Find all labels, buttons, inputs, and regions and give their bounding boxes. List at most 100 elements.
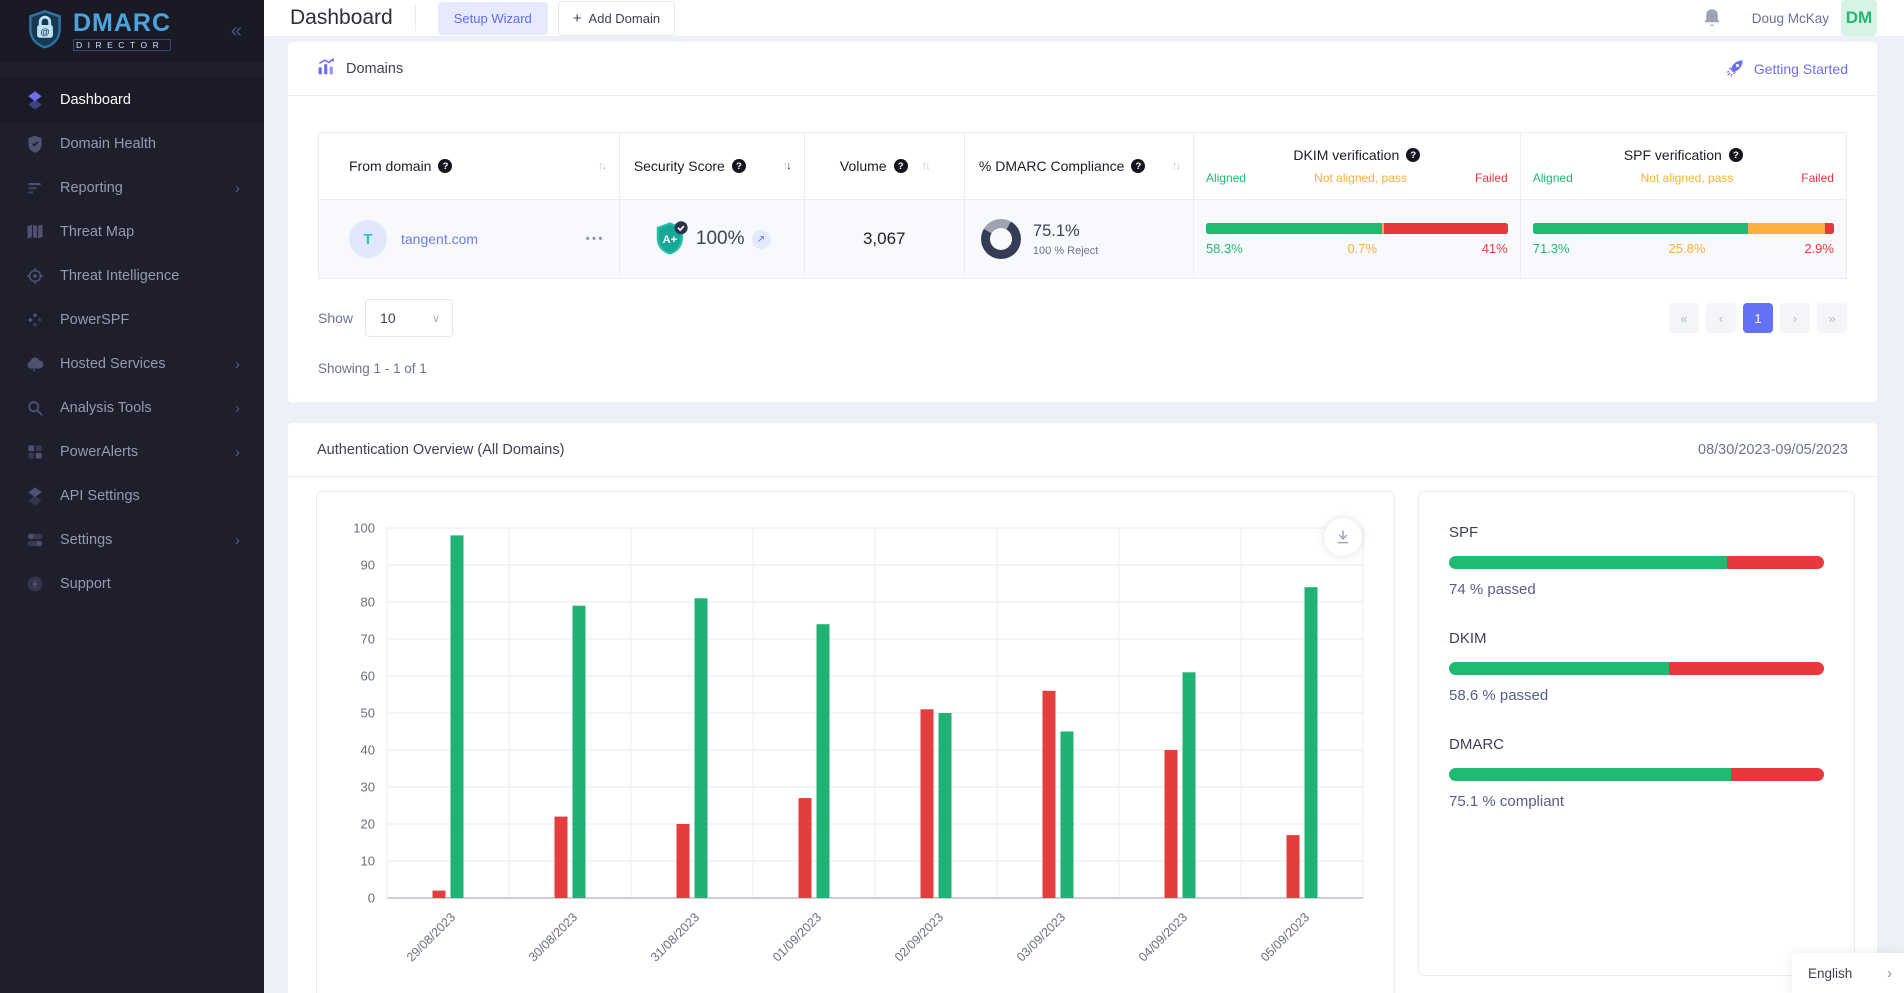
table-summary: Showing 1 - 1 of 1 bbox=[318, 361, 1847, 376]
help-icon[interactable]: ? bbox=[732, 159, 746, 173]
help-icon[interactable]: ? bbox=[1406, 148, 1420, 162]
hosted-services-icon bbox=[24, 353, 46, 375]
main: Dashboard Setup Wizard + Add Domain Doug… bbox=[264, 0, 1904, 993]
sidebar-item-threat-intelligence[interactable]: Threat Intelligence bbox=[0, 254, 264, 298]
svg-text:05/09/2023: 05/09/2023 bbox=[1258, 910, 1312, 964]
threat-map-icon bbox=[24, 221, 46, 243]
sidebar-item-support[interactable]: Support bbox=[0, 562, 264, 606]
getting-started-link[interactable]: Getting Started bbox=[1726, 58, 1848, 80]
external-link-icon[interactable]: ↗ bbox=[752, 230, 771, 249]
getting-started-label: Getting Started bbox=[1754, 61, 1848, 77]
brand-shield-lock-icon: @ bbox=[26, 8, 64, 55]
help-icon[interactable]: ? bbox=[1131, 159, 1145, 173]
sidebar-item-label: Support bbox=[60, 576, 111, 592]
user-name[interactable]: Doug McKay bbox=[1752, 11, 1829, 26]
col-label: DKIM verification bbox=[1293, 147, 1399, 163]
stat-label: DMARC bbox=[1449, 736, 1824, 753]
sidebar-item-hosted-services[interactable]: Hosted Services› bbox=[0, 342, 264, 386]
settings-icon bbox=[24, 529, 46, 551]
avatar[interactable]: DM bbox=[1841, 0, 1877, 36]
stat-bar bbox=[1449, 662, 1824, 675]
auth-overview-title: Authentication Overview (All Domains) bbox=[317, 442, 564, 458]
sort-icons[interactable]: ↑↓ bbox=[783, 161, 790, 172]
table-footer: Show 10 ∨ « ‹ 1 › » bbox=[318, 299, 1847, 337]
svg-text:29/08/2023: 29/08/2023 bbox=[404, 910, 458, 964]
sidebar-item-label: Analysis Tools bbox=[60, 400, 152, 416]
auth-overview-card: Authentication Overview (All Domains) 08… bbox=[288, 423, 1877, 993]
sort-icons[interactable]: ↑↓ bbox=[598, 161, 605, 172]
col-dmarc-compliance[interactable]: % DMARC Compliance? ↑↓ bbox=[965, 133, 1194, 199]
brand-logo[interactable]: @ DMARC DIRECTOR bbox=[26, 8, 171, 55]
app: @ DMARC DIRECTOR « Dashboard Domain Healt… bbox=[0, 0, 1904, 993]
col-spf-verification: SPF verification? Aligned Not aligned, p… bbox=[1521, 133, 1846, 199]
spf-aligned-value: 71.3% bbox=[1533, 241, 1570, 256]
sidebar-menu: Dashboard Domain HealthReporting›Threat M… bbox=[0, 62, 264, 606]
sidebar-item-label: API Settings bbox=[60, 488, 140, 504]
table-row: T tangent.com ••• A+ bbox=[319, 200, 1846, 278]
stat-caption: 74 % passed bbox=[1449, 581, 1824, 598]
stat-caption: 58.6 % passed bbox=[1449, 687, 1824, 704]
compliance-policy: 100 % Reject bbox=[1033, 245, 1098, 257]
language-label: English bbox=[1808, 966, 1852, 981]
sidebar-item-reporting[interactable]: Reporting› bbox=[0, 166, 264, 210]
sidebar-item-label: PowerAlerts bbox=[60, 444, 138, 460]
chevron-right-icon: › bbox=[1887, 965, 1892, 982]
language-switcher[interactable]: English › bbox=[1792, 953, 1904, 993]
svg-text:A+: A+ bbox=[662, 234, 677, 246]
security-grade-shield-icon: A+ bbox=[653, 220, 689, 258]
col-security-score[interactable]: Security Score? ↑↓ bbox=[620, 133, 805, 199]
help-icon[interactable]: ? bbox=[1729, 148, 1743, 162]
chart-download-button[interactable] bbox=[1324, 518, 1362, 556]
pagination-first[interactable]: « bbox=[1669, 303, 1699, 333]
sidebar-collapse-icon[interactable]: « bbox=[231, 20, 242, 43]
pagination-next[interactable]: › bbox=[1780, 303, 1810, 333]
setup-wizard-button[interactable]: Setup Wizard bbox=[438, 2, 548, 35]
help-icon[interactable]: ? bbox=[438, 159, 452, 173]
rocket-icon bbox=[1726, 58, 1745, 80]
topbar-right: Doug McKay DM bbox=[1700, 0, 1877, 36]
domains-card-header: Domains Getting Started bbox=[288, 42, 1877, 96]
pagination-prev[interactable]: ‹ bbox=[1706, 303, 1736, 333]
col-label: % DMARC Compliance bbox=[979, 158, 1124, 174]
sidebar-item-dashboard[interactable]: Dashboard bbox=[0, 78, 264, 122]
row-menu-dots[interactable]: ••• bbox=[586, 233, 605, 245]
add-domain-button[interactable]: + Add Domain bbox=[558, 1, 675, 36]
col-from-domain[interactable]: From domain? ↑↓ bbox=[319, 133, 620, 199]
notification-bell-icon[interactable] bbox=[1700, 6, 1724, 30]
help-icon[interactable]: ? bbox=[894, 159, 908, 173]
divider bbox=[415, 5, 416, 31]
svg-text:02/09/2023: 02/09/2023 bbox=[892, 910, 946, 964]
auth-overview-body: 010203040506070809010029/08/202330/08/20… bbox=[288, 477, 1877, 993]
sidebar-item-domain-health[interactable]: Domain Health bbox=[0, 122, 264, 166]
support-icon bbox=[24, 573, 46, 595]
auth-chart-svg: 010203040506070809010029/08/202330/08/20… bbox=[323, 506, 1383, 993]
sidebar-item-label: Reporting bbox=[60, 180, 123, 196]
domains-card-body: From domain? ↑↓ Security Score? ↑↓ Volum… bbox=[288, 96, 1877, 402]
spf-bar bbox=[1533, 223, 1834, 234]
sidebar-item-settings[interactable]: Settings› bbox=[0, 518, 264, 562]
col-volume[interactable]: Volume? ↑↓ bbox=[805, 133, 965, 199]
page-size-select[interactable]: 10 ∨ bbox=[365, 299, 453, 337]
sidebar-item-analysis-tools[interactable]: Analysis Tools› bbox=[0, 386, 264, 430]
date-range[interactable]: 08/30/2023-09/05/2023 bbox=[1698, 442, 1848, 458]
sidebar-item-powerspf[interactable]: PowerSPF bbox=[0, 298, 264, 342]
auth-stats-card: SPF74 % passedDKIM58.6 % passedDMARC75.1… bbox=[1418, 491, 1855, 976]
sort-icons[interactable]: ↑↓ bbox=[1172, 161, 1179, 172]
domain-link[interactable]: tangent.com bbox=[401, 231, 478, 247]
domain-health-icon bbox=[24, 133, 46, 155]
pagination-page-1[interactable]: 1 bbox=[1743, 303, 1773, 333]
domains-table: From domain? ↑↓ Security Score? ↑↓ Volum… bbox=[318, 132, 1847, 279]
sublabel-not-aligned: Not aligned, pass bbox=[1314, 171, 1407, 185]
sidebar-item-api-settings[interactable]: API Settings bbox=[0, 474, 264, 518]
svg-text:80: 80 bbox=[361, 595, 375, 610]
sidebar-item-label: Dashboard bbox=[60, 92, 131, 108]
domains-chart-icon bbox=[317, 57, 336, 80]
sidebar-item-poweralerts[interactable]: PowerAlerts› bbox=[0, 430, 264, 474]
sidebar-item-threat-map[interactable]: Threat Map bbox=[0, 210, 264, 254]
sort-icons[interactable]: ↑↓ bbox=[922, 161, 929, 172]
threat-intelligence-icon bbox=[24, 265, 46, 287]
svg-text:01/09/2023: 01/09/2023 bbox=[770, 910, 824, 964]
dkim-failed-value: 41% bbox=[1482, 241, 1508, 256]
spf-not-aligned-value: 25.8% bbox=[1669, 241, 1706, 256]
pagination-last[interactable]: » bbox=[1817, 303, 1847, 333]
